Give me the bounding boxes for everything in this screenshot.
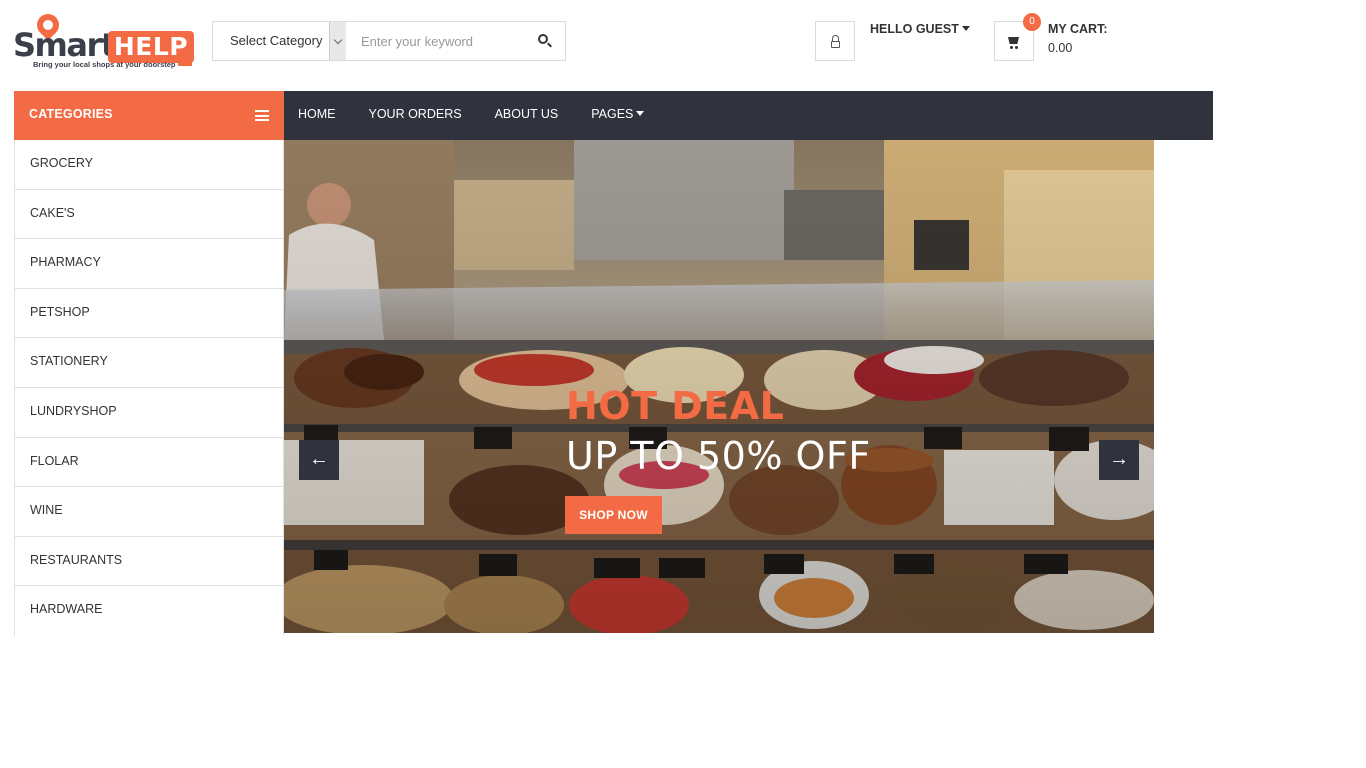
cart-icon-wheel xyxy=(1015,46,1018,49)
cart-icon xyxy=(1008,37,1019,44)
categories-label: CATEGORIES xyxy=(29,107,113,121)
chevron-down-icon[interactable] xyxy=(329,22,346,60)
arrow-right-icon: → xyxy=(1109,448,1129,470)
nav-about-us[interactable]: ABOUT US xyxy=(481,91,573,140)
hero-headline: HOT DEAL xyxy=(566,384,785,428)
logo-tagline: Bring your local shops at your doorstep xyxy=(33,60,176,69)
category-item-wine[interactable]: WINE xyxy=(15,487,283,537)
slider-prev-button[interactable]: ← xyxy=(299,440,339,480)
cart-label[interactable]: MY CART: xyxy=(1048,22,1108,36)
account-dropdown[interactable]: HELLO GUEST xyxy=(870,22,970,36)
nav-pages[interactable]: PAGES xyxy=(577,91,658,140)
site-header: Smart HELP Bring your local shops at you… xyxy=(0,0,1366,91)
category-item-stationery[interactable]: STATIONERY xyxy=(15,338,283,388)
category-item-hardware[interactable]: HARDWARE xyxy=(15,586,283,636)
caret-down-icon xyxy=(636,111,645,117)
lock-icon-body xyxy=(831,41,840,48)
list-icon xyxy=(255,110,269,121)
cart-icon-wheel xyxy=(1010,46,1013,49)
category-select[interactable]: Select Category xyxy=(212,21,347,61)
category-select-value: Select Category xyxy=(230,33,323,48)
search-box xyxy=(346,21,566,61)
logo-underline xyxy=(178,62,192,66)
categories-toggle[interactable]: CATEGORIES xyxy=(14,91,284,140)
hero-slider: HOT DEAL UP TO 50% OFF SHOP NOW ← → xyxy=(284,140,1154,633)
search-button[interactable] xyxy=(525,22,565,60)
cart-count-badge: 0 xyxy=(1023,13,1041,31)
search-icon-handle xyxy=(547,42,552,48)
nav-your-orders[interactable]: YOUR ORDERS xyxy=(355,91,476,140)
logo-text-smart: Smart xyxy=(13,26,116,64)
caret-down-icon xyxy=(961,26,970,32)
category-item-flolar[interactable]: FLOLAR xyxy=(15,438,283,488)
nav-menu: HOME YOUR ORDERS ABOUT US PAGES xyxy=(284,91,663,140)
nav-home[interactable]: HOME xyxy=(284,91,350,140)
account-button[interactable] xyxy=(815,21,855,61)
category-item-pharmacy[interactable]: PHARMACY xyxy=(15,239,283,289)
account-greeting: HELLO GUEST xyxy=(870,22,959,36)
nav-pages-label: PAGES xyxy=(591,107,634,121)
categories-list: GROCERY CAKE'S PHARMACY PETSHOP STATIONE… xyxy=(14,140,284,636)
shop-now-button[interactable]: SHOP NOW xyxy=(565,496,662,534)
hero-subheadline: UP TO 50% OFF xyxy=(566,434,871,478)
category-item-cakes[interactable]: CAKE'S xyxy=(15,190,283,240)
search-input[interactable] xyxy=(346,22,526,60)
logo-text-help: HELP xyxy=(108,31,194,63)
category-item-lundryshop[interactable]: LUNDRYSHOP xyxy=(15,388,283,438)
category-item-grocery[interactable]: GROCERY xyxy=(15,140,283,190)
slider-next-button[interactable]: → xyxy=(1099,440,1139,480)
category-item-petshop[interactable]: PETSHOP xyxy=(15,289,283,339)
cart-total: 0.00 xyxy=(1048,41,1073,55)
site-logo[interactable]: Smart HELP Bring your local shops at you… xyxy=(13,9,195,72)
category-item-restaurants[interactable]: RESTAURANTS xyxy=(15,537,283,587)
arrow-left-icon: ← xyxy=(309,448,329,470)
